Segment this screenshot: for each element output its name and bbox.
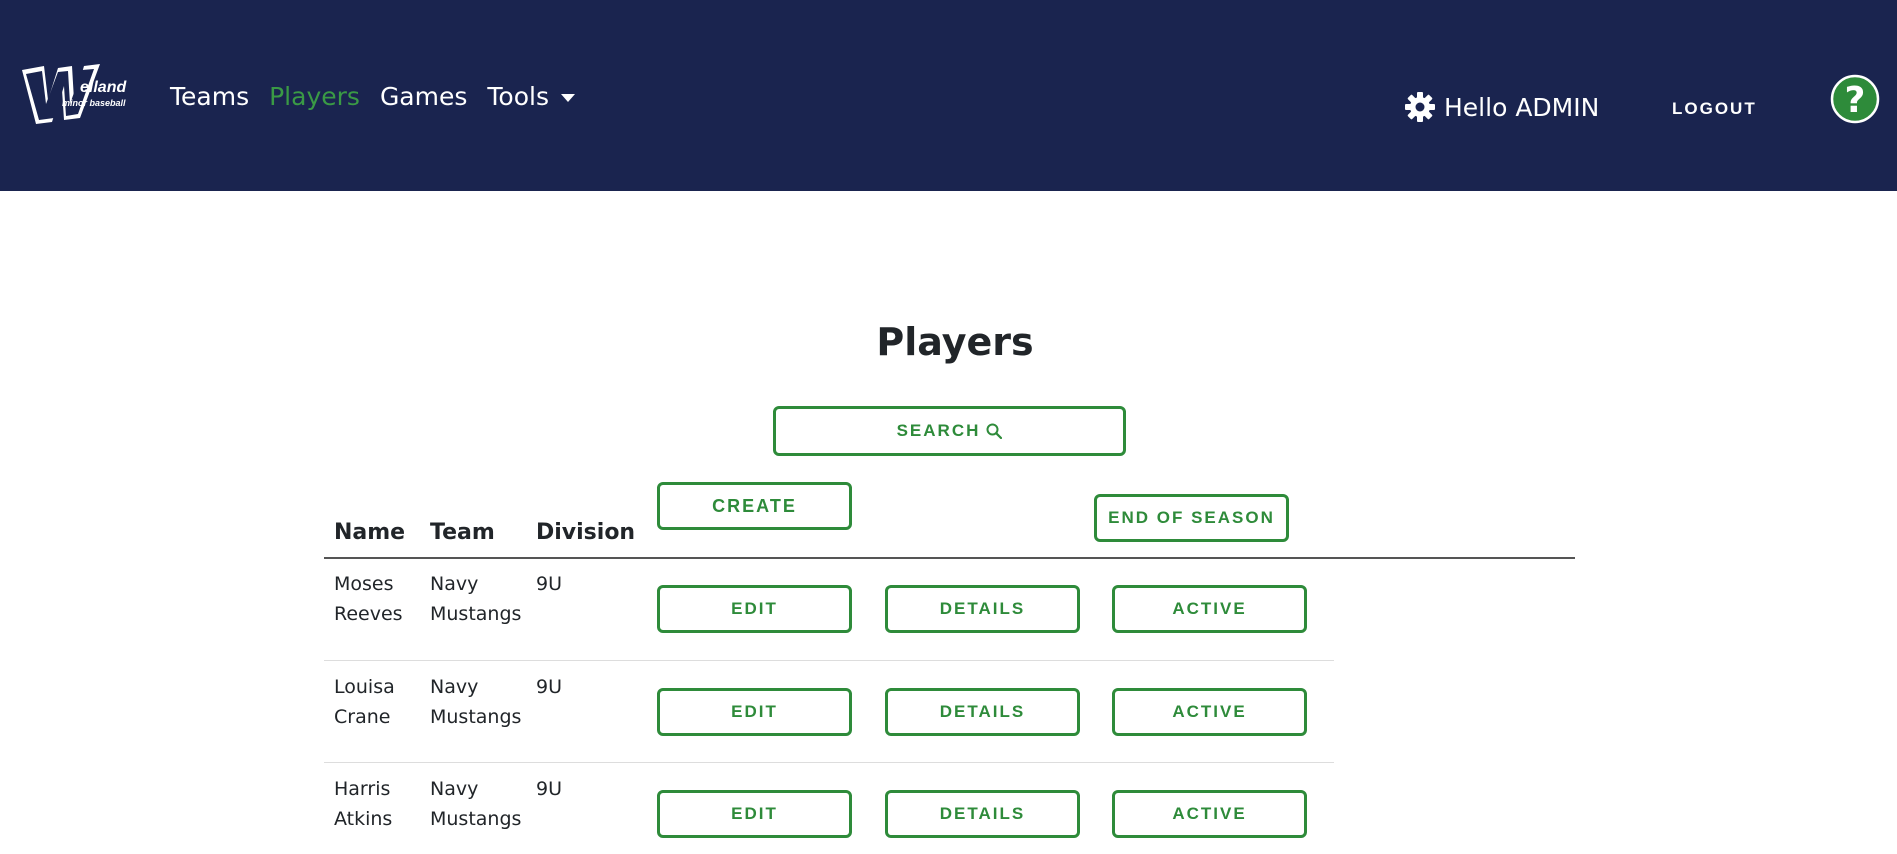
top-navbar: elland minor baseball Teams Players Game… [0,0,1897,191]
details-button[interactable]: DETAILS [885,585,1080,633]
welland-logo[interactable]: elland minor baseball [18,60,138,126]
nav-teams-link[interactable]: Teams [170,82,249,111]
user-settings-link[interactable]: Hello ADMIN [1404,91,1599,123]
player-division: 9U [536,778,562,800]
gear-icon [1405,92,1435,122]
caret-down-icon [560,94,575,102]
player-division: 9U [536,676,562,698]
player-name-first: Moses [334,573,394,595]
row-divider [324,660,1334,661]
player-team-last: Mustangs [430,706,522,728]
end-of-season-button[interactable]: END OF SEASON [1094,494,1289,542]
player-name-first: Harris [334,778,391,800]
player-team-first: Navy [430,778,479,800]
table-header-divider [324,557,1575,559]
column-header-name: Name [334,520,406,545]
player-name-last: Reeves [334,603,403,625]
nav-tools-dropdown[interactable]: Tools [487,82,575,111]
player-name-last: Atkins [334,808,393,830]
active-button[interactable]: ACTIVE [1112,790,1307,838]
active-button[interactable]: ACTIVE [1112,585,1307,633]
svg-text:minor baseball: minor baseball [62,98,126,108]
player-division: 9U [536,573,562,595]
create-player-button[interactable]: CREATE [657,482,852,530]
player-team-first: Navy [430,573,479,595]
svg-text:?: ? [1845,80,1866,121]
column-header-team: Team [430,520,495,545]
edit-button[interactable]: EDIT [657,790,852,838]
page-title: Players [876,320,1034,364]
logout-button[interactable]: LOGOUT [1672,99,1757,119]
search-icon [986,423,1003,439]
greeting-text: Hello ADMIN [1444,92,1600,122]
row-divider [324,762,1334,763]
player-team-last: Mustangs [430,603,522,625]
search-label: SEARCH [896,421,981,440]
main-nav: Teams Players Games Tools [170,82,595,111]
player-name-last: Crane [334,706,391,728]
edit-button[interactable]: EDIT [657,688,852,736]
nav-games-link[interactable]: Games [380,82,467,111]
question-circle-icon[interactable]: ? [1830,74,1880,124]
details-button[interactable]: DETAILS [885,790,1080,838]
player-team-last: Mustangs [430,808,522,830]
nav-players-link[interactable]: Players [269,82,360,111]
active-button[interactable]: ACTIVE [1112,688,1307,736]
search-button[interactable]: SEARCH [773,406,1126,456]
nav-tools-label: Tools [487,82,549,111]
svg-text:elland: elland [80,79,127,96]
edit-button[interactable]: EDIT [657,585,852,633]
player-name-first: Louisa [334,676,395,698]
details-button[interactable]: DETAILS [885,688,1080,736]
player-team-first: Navy [430,676,479,698]
column-header-division: Division [536,520,636,545]
